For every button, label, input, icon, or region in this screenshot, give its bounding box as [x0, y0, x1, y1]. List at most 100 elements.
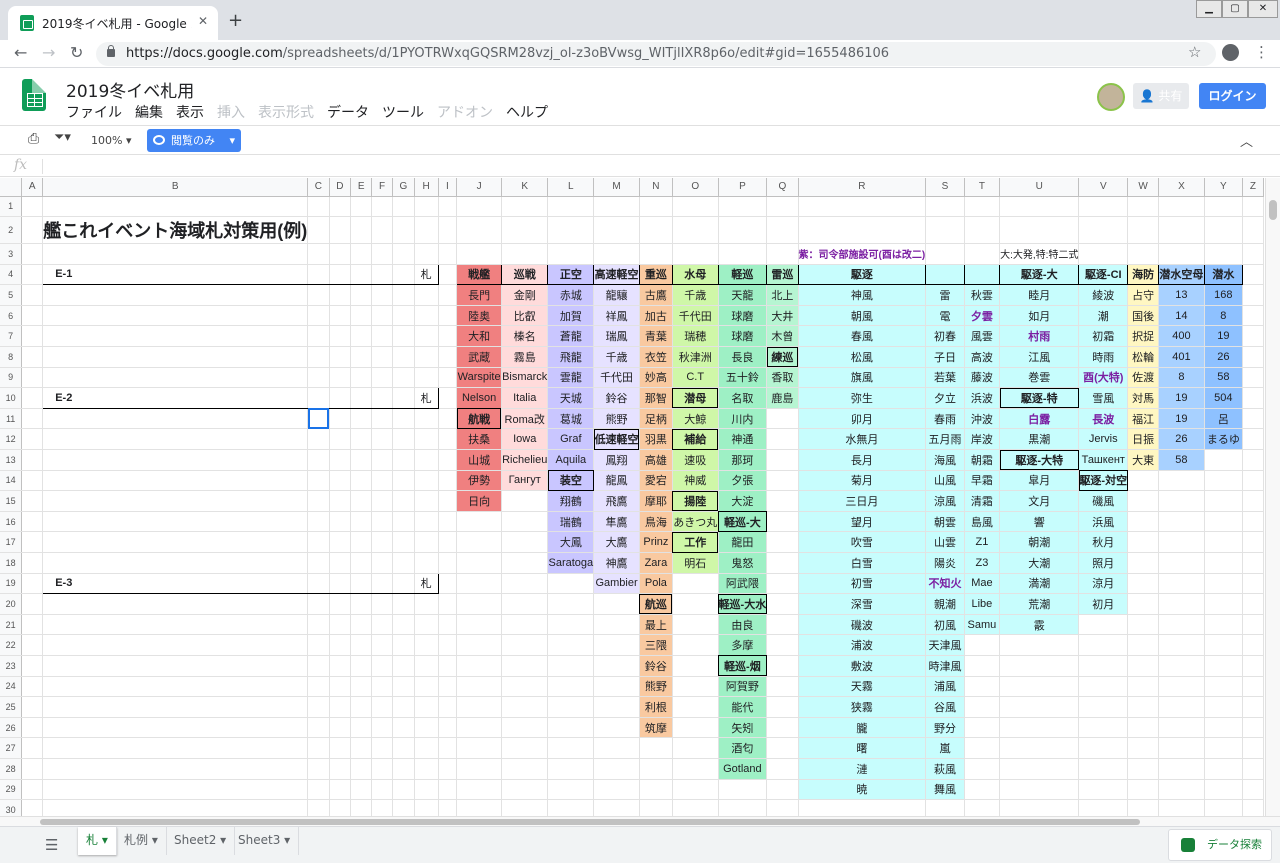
column-header-f[interactable]: F	[371, 178, 394, 197]
cell-H4[interactable]: 札	[413, 263, 439, 286]
cell-R17[interactable]: 吹雪	[798, 531, 927, 553]
cell-G17[interactable]	[392, 531, 415, 553]
cell-H16[interactable]	[414, 511, 439, 533]
cell-E14[interactable]	[350, 470, 373, 492]
cell-Q22[interactable]	[766, 634, 799, 656]
cell-D17[interactable]	[329, 531, 352, 553]
cell-Q15[interactable]	[766, 490, 799, 512]
cell-V1[interactable]	[1078, 196, 1129, 218]
cell-S19[interactable]: 不知火	[925, 573, 965, 595]
cell-R23[interactable]: 敷波	[798, 655, 927, 677]
cell-M20[interactable]	[593, 593, 640, 615]
cell-X15[interactable]	[1158, 490, 1205, 512]
cell-I20[interactable]	[438, 593, 458, 615]
cell-T6[interactable]: 夕雲	[964, 305, 1001, 327]
cell-O12[interactable]: 補給	[672, 428, 719, 451]
row-header[interactable]: 20	[0, 593, 23, 615]
column-header-e[interactable]: E	[350, 178, 373, 197]
cell-I14[interactable]	[438, 470, 458, 492]
column-header-o[interactable]: O	[672, 178, 719, 197]
cell-S12[interactable]: 五月雨	[925, 428, 965, 451]
cell-X30[interactable]	[1158, 799, 1205, 816]
cell-Y23[interactable]	[1204, 655, 1243, 677]
cell-F9[interactable]	[371, 367, 394, 389]
cell-G7[interactable]	[392, 325, 415, 348]
cell-H18[interactable]	[414, 552, 439, 574]
cell-H10[interactable]: 札	[413, 387, 439, 409]
cell-Z30[interactable]	[1242, 799, 1264, 816]
cell-R21[interactable]: 磯波	[798, 614, 927, 636]
cell-Q11[interactable]	[766, 408, 799, 430]
cell-J9[interactable]: Warspite	[456, 367, 502, 389]
cell-V29[interactable]	[1078, 779, 1129, 801]
cell-F2[interactable]	[371, 216, 394, 245]
row-header[interactable]: 12	[0, 428, 23, 451]
cell-M2[interactable]	[593, 216, 640, 245]
horizontal-scroll-thumb[interactable]	[40, 819, 1140, 825]
sheet-tab-fuda-example[interactable]: 札例 ▾	[116, 827, 167, 855]
cell-L20[interactable]	[547, 593, 595, 615]
cell-Y6[interactable]: 8	[1204, 305, 1243, 327]
cell-Y20[interactable]	[1204, 593, 1243, 615]
cell-J19[interactable]	[456, 573, 502, 595]
cell-O4[interactable]: 水母	[671, 263, 719, 286]
cell-D8[interactable]	[329, 346, 352, 368]
cell-F12[interactable]	[371, 428, 394, 451]
cell-L7[interactable]: 蒼龍	[547, 325, 595, 348]
cell-S22[interactable]: 天津風	[925, 634, 965, 656]
cell-W25[interactable]	[1127, 696, 1160, 718]
cell-N14[interactable]: 愛宕	[639, 470, 673, 492]
cell-N12[interactable]: 羽黒	[639, 428, 673, 451]
cell-L16[interactable]: 瑞鶴	[547, 511, 595, 533]
cell-I30[interactable]	[438, 799, 458, 816]
cell-U26[interactable]	[999, 717, 1080, 739]
cell-X5[interactable]: 13	[1158, 284, 1205, 306]
cell-U12[interactable]: 黒潮	[999, 428, 1080, 451]
cell-R13[interactable]: 長月	[798, 449, 927, 471]
cell-J20[interactable]	[456, 593, 502, 615]
column-header-l[interactable]: L	[547, 178, 595, 197]
cell-I11[interactable]	[438, 408, 458, 430]
cell-X23[interactable]	[1158, 655, 1205, 677]
cell-A7[interactable]	[21, 325, 44, 348]
cell-N17[interactable]: Prinz	[639, 531, 673, 553]
column-header-q[interactable]: Q	[766, 178, 799, 197]
cell-F5[interactable]	[371, 284, 394, 306]
cell-S20[interactable]: 親潮	[925, 593, 965, 615]
cell-T16[interactable]: 島風	[964, 511, 1001, 533]
cell-J6[interactable]: 陸奥	[456, 305, 502, 327]
cell-J30[interactable]	[456, 799, 502, 816]
cell-G16[interactable]	[392, 511, 415, 533]
cell-L4[interactable]: 正空	[547, 263, 595, 286]
cell-G22[interactable]	[392, 634, 415, 656]
cell-X11[interactable]: 19	[1158, 408, 1205, 430]
cell-M5[interactable]: 龍驤	[593, 284, 640, 306]
cell-S14[interactable]: 山風	[925, 470, 965, 492]
cell-E29[interactable]	[350, 779, 373, 801]
cell-J13[interactable]: 山城	[456, 449, 502, 471]
cell-A15[interactable]	[21, 490, 44, 512]
cell-N7[interactable]: 青葉	[639, 325, 673, 348]
cell-A21[interactable]	[21, 614, 44, 636]
cell-Z28[interactable]	[1242, 758, 1264, 780]
cell-E4[interactable]	[350, 263, 373, 286]
cell-D16[interactable]	[329, 511, 352, 533]
cell-E2[interactable]	[350, 216, 373, 245]
cell-Z16[interactable]	[1242, 511, 1264, 533]
cell-W19[interactable]	[1127, 573, 1160, 595]
cell-B14[interactable]	[42, 470, 309, 492]
cell-G27[interactable]	[392, 737, 415, 759]
cell-W2[interactable]	[1127, 216, 1160, 245]
cell-G6[interactable]	[392, 305, 415, 327]
cell-H24[interactable]	[414, 676, 439, 698]
cell-A6[interactable]	[21, 305, 44, 327]
cell-H8[interactable]	[414, 346, 439, 368]
cell-S28[interactable]: 萩風	[925, 758, 965, 780]
cell-Z22[interactable]	[1242, 634, 1264, 656]
cell-O27[interactable]	[672, 737, 719, 759]
cell-F6[interactable]	[371, 305, 394, 327]
cell-M9[interactable]: 千代田	[593, 367, 640, 389]
cell-O3[interactable]	[672, 243, 719, 265]
cell-Z25[interactable]	[1242, 696, 1264, 718]
cell-W20[interactable]	[1127, 593, 1160, 615]
